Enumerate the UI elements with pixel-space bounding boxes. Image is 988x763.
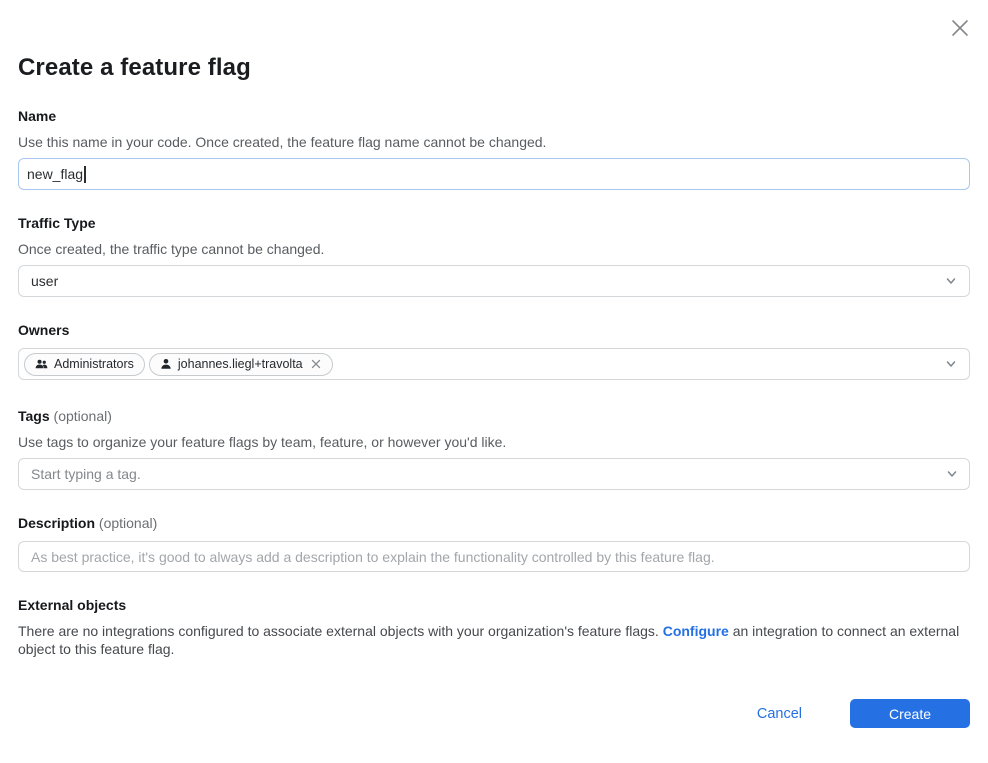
external-objects-section: External objects There are no integratio… bbox=[18, 597, 970, 658]
owner-chip-label: Administrators bbox=[54, 357, 134, 371]
chevron-down-icon bbox=[945, 467, 959, 481]
name-input-value: new_flag bbox=[27, 166, 83, 182]
tags-input[interactable] bbox=[18, 458, 970, 490]
tags-label-text: Tags bbox=[18, 408, 50, 424]
owners-label: Owners bbox=[18, 322, 970, 338]
owner-chip[interactable]: Administrators bbox=[24, 353, 145, 376]
modal-footer: Cancel Create bbox=[18, 699, 970, 728]
traffic-type-select[interactable]: user bbox=[18, 265, 970, 297]
name-section: Name Use this name in your code. Once cr… bbox=[18, 108, 970, 190]
description-label: Description (optional) bbox=[18, 515, 970, 531]
owners-section: Owners Administrators johannes.liegl+tra… bbox=[18, 322, 970, 380]
chevron-down-icon bbox=[944, 274, 958, 288]
close-icon bbox=[949, 17, 971, 39]
group-icon bbox=[35, 358, 48, 370]
close-button[interactable] bbox=[947, 15, 973, 41]
description-label-text: Description bbox=[18, 515, 95, 531]
tags-helper: Use tags to organize your feature flags … bbox=[18, 434, 970, 450]
traffic-type-section: Traffic Type Once created, the traffic t… bbox=[18, 215, 970, 297]
owners-field[interactable]: Administrators johannes.liegl+travolta bbox=[18, 348, 970, 380]
traffic-type-label: Traffic Type bbox=[18, 215, 970, 231]
owner-chip-label: johannes.liegl+travolta bbox=[178, 357, 303, 371]
create-button[interactable]: Create bbox=[850, 699, 970, 728]
external-objects-text: There are no integrations configured to … bbox=[18, 622, 970, 658]
text-caret bbox=[84, 166, 86, 183]
external-objects-text-before: There are no integrations configured to … bbox=[18, 623, 663, 639]
external-objects-label: External objects bbox=[18, 597, 970, 613]
name-helper: Use this name in your code. Once created… bbox=[18, 134, 970, 150]
name-input[interactable]: new_flag bbox=[18, 158, 970, 190]
person-icon bbox=[160, 358, 172, 370]
owner-chip[interactable]: johannes.liegl+travolta bbox=[149, 353, 333, 376]
description-input[interactable] bbox=[18, 541, 970, 572]
tags-label: Tags (optional) bbox=[18, 408, 970, 424]
traffic-type-helper: Once created, the traffic type cannot be… bbox=[18, 241, 970, 257]
remove-chip-button[interactable] bbox=[310, 358, 322, 370]
description-section: Description (optional) bbox=[18, 515, 970, 572]
cancel-button[interactable]: Cancel bbox=[757, 706, 802, 722]
tags-optional-note: (optional) bbox=[54, 408, 112, 424]
chevron-down-icon bbox=[944, 357, 958, 371]
modal-title: Create a feature flag bbox=[18, 0, 970, 82]
tags-section: Tags (optional) Use tags to organize you… bbox=[18, 408, 970, 490]
description-optional-note: (optional) bbox=[99, 515, 157, 531]
remove-icon bbox=[311, 359, 321, 369]
configure-link[interactable]: Configure bbox=[663, 623, 729, 639]
create-feature-flag-modal: Create a feature flag Name Use this name… bbox=[0, 0, 988, 763]
name-label: Name bbox=[18, 108, 970, 124]
traffic-type-selected-value: user bbox=[31, 273, 58, 289]
